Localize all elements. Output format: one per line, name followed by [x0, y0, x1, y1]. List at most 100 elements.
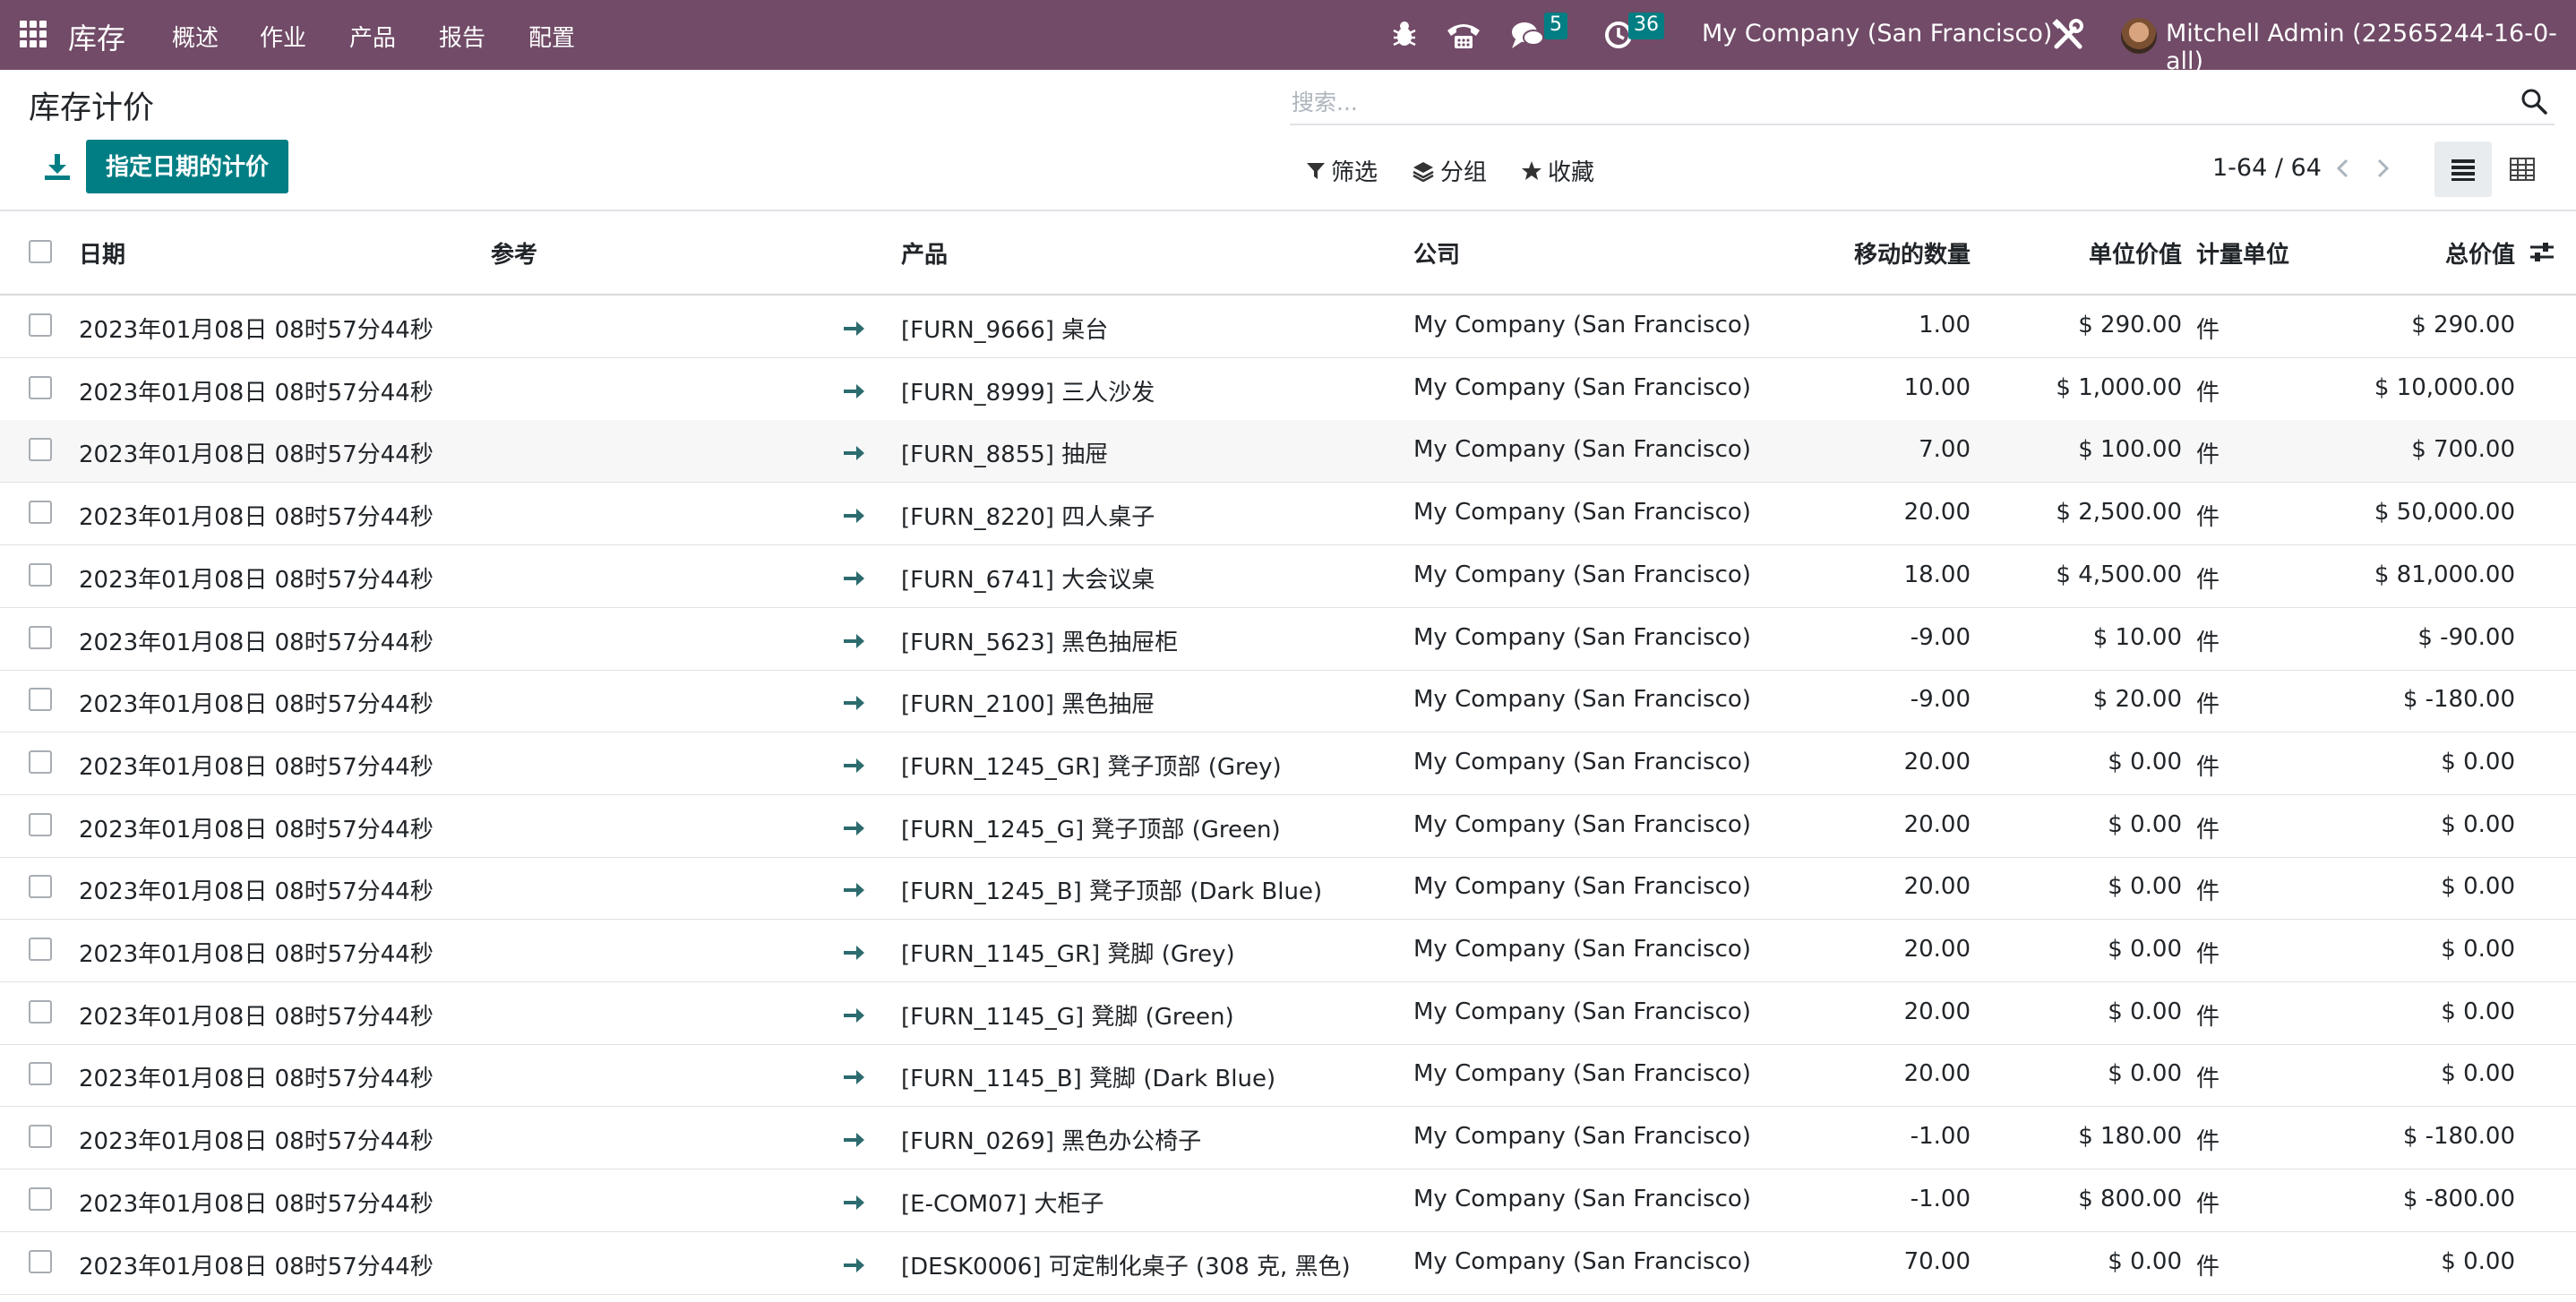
row-checkbox[interactable]	[29, 1187, 52, 1211]
menu-item-operations[interactable]: 作业	[260, 20, 306, 53]
cell-date: 2023年01月08日 08时57分44秒	[79, 1254, 434, 1281]
avatar[interactable]	[2121, 18, 2157, 54]
row-checkbox[interactable]	[29, 501, 52, 524]
column-header-company[interactable]: 公司	[1413, 236, 1460, 270]
bug-icon[interactable]	[1390, 18, 1419, 50]
cell-company: My Company (San Francisco)	[1413, 749, 1751, 775]
row-checkbox[interactable]	[29, 1062, 52, 1085]
row-checkbox[interactable]	[29, 438, 52, 461]
row-checkbox[interactable]	[29, 626, 52, 649]
table-row[interactable]: 2023年01月08日 08时57分44秒 [FURN_2100] 黑色抽屉 My …	[0, 670, 2576, 732]
arrow-right-icon[interactable]	[840, 315, 867, 342]
arrow-right-icon[interactable]	[840, 628, 867, 655]
groupby-button[interactable]: 分组	[1412, 154, 1487, 187]
arrow-right-icon[interactable]	[840, 877, 867, 904]
row-checkbox[interactable]	[29, 938, 52, 961]
arrow-right-icon[interactable]	[840, 565, 867, 592]
row-checkbox[interactable]	[29, 875, 52, 898]
menu-item-reporting[interactable]: 报告	[439, 20, 485, 53]
favorites-button[interactable]: 收藏	[1521, 154, 1594, 187]
column-header-unit-value[interactable]: 单位价值	[2089, 236, 2182, 270]
app-name[interactable]: 库存	[68, 16, 125, 57]
table-row[interactable]: 2023年01月08日 08时57分44秒 [FURN_0269] 黑色办公椅子 M…	[0, 1107, 2576, 1169]
arrow-right-icon[interactable]	[840, 1252, 867, 1279]
column-header-product[interactable]: 产品	[901, 236, 948, 270]
table-row[interactable]: 2023年01月08日 08时57分44秒 [FURN_8220] 四人桌子 My …	[0, 483, 2576, 545]
table-row[interactable]: 2023年01月08日 08时57分44秒 [FURN_8999] 三人沙发 My …	[0, 358, 2576, 421]
cell-uom: 件	[2196, 1254, 2220, 1281]
arrow-right-icon[interactable]	[840, 752, 867, 779]
row-checkbox[interactable]	[29, 1250, 52, 1273]
row-checkbox[interactable]	[29, 1125, 52, 1148]
filters-button[interactable]: 筛选	[1306, 154, 1378, 187]
table-row[interactable]: 2023年01月08日 08时57分44秒 [FURN_1145_B] 凳脚 (D…	[0, 1044, 2576, 1107]
cell-unit-value: $ 0.00	[2108, 998, 2182, 1025]
row-checkbox[interactable]	[29, 688, 52, 711]
cell-company: My Company (San Francisco)	[1413, 374, 1751, 401]
table-row[interactable]: 2023年01月08日 08时57分44秒 [FURN_1145_G] 凳脚 (G…	[0, 982, 2576, 1045]
table-row[interactable]: 2023年01月08日 08时57分44秒 [FURN_1245_G] 凳子顶部 …	[0, 795, 2576, 858]
arrow-right-icon[interactable]	[840, 939, 867, 966]
column-header-reference[interactable]: 参考	[491, 236, 537, 270]
phone-icon[interactable]	[1446, 20, 1481, 50]
cell-date: 2023年01月08日 08时57分44秒	[79, 1191, 434, 1218]
row-checkbox[interactable]	[29, 376, 52, 399]
menu-item-products[interactable]: 产品	[349, 20, 396, 53]
table-row[interactable]: 2023年01月08日 08时57分44秒 [E-COM07] 大柜子 My Com…	[0, 1169, 2576, 1232]
chevron-right-icon[interactable]	[2374, 158, 2391, 179]
chevron-left-icon[interactable]	[2334, 158, 2352, 179]
apps-grid-icon[interactable]	[20, 21, 47, 47]
row-checkbox[interactable]	[29, 1000, 52, 1024]
search-input[interactable]	[1292, 84, 2492, 120]
cell-date: 2023年01月08日 08时57分44秒	[79, 317, 434, 344]
table-row[interactable]: 2023年01月08日 08时57分44秒 [FURN_1145_GR] 凳脚 (…	[0, 920, 2576, 982]
table-row[interactable]: 2023年01月08日 08时57分44秒 [FURN_8855] 抽屉 My Co…	[0, 420, 2576, 483]
row-checkbox[interactable]	[29, 813, 52, 836]
row-checkbox[interactable]	[29, 750, 52, 774]
row-checkbox[interactable]	[29, 563, 52, 587]
menu-item-overview[interactable]: 概述	[172, 20, 219, 53]
arrow-right-icon[interactable]	[840, 502, 867, 529]
select-all-checkbox[interactable]	[29, 240, 52, 263]
table-row[interactable]: 2023年01月08日 08时57分44秒 [DESK0006] 可定制化桌子 (…	[0, 1232, 2576, 1295]
row-checkbox[interactable]	[29, 313, 52, 337]
table-row[interactable]: 2023年01月08日 08时57分44秒 [FURN_9666] 桌台 My Co…	[0, 296, 2576, 358]
column-header-date[interactable]: 日期	[79, 236, 125, 270]
arrow-right-icon[interactable]	[840, 378, 867, 405]
table-row[interactable]: 2023年01月08日 08时57分44秒 [FURN_1245_B] 凳子顶部 …	[0, 857, 2576, 920]
valuation-at-date-button[interactable]: 指定日期的计价	[86, 140, 289, 193]
cell-company: My Company (San Francisco)	[1413, 998, 1751, 1025]
cell-uom: 件	[2196, 817, 2220, 844]
cell-product: [E-COM07] 大柜子	[901, 1191, 1104, 1218]
user-menu[interactable]: Mitchell Admin (22565244-16-0-all)	[2166, 20, 2576, 75]
cell-date: 2023年01月08日 08时57分44秒	[79, 504, 434, 531]
column-header-quantity[interactable]: 移动的数量	[1854, 236, 1971, 270]
arrow-right-icon[interactable]	[840, 1002, 867, 1029]
table-row[interactable]: 2023年01月08日 08时57分44秒 [FURN_5623] 黑色抽屉柜 My…	[0, 608, 2576, 671]
cell-unit-value: $ 0.00	[2108, 873, 2182, 900]
cell-uom: 件	[2196, 1066, 2220, 1092]
arrow-right-icon[interactable]	[840, 1189, 867, 1216]
table-row[interactable]: 2023年01月08日 08时57分44秒 [FURN_1245_GR] 凳子顶部…	[0, 732, 2576, 795]
list-view-button[interactable]	[2434, 141, 2492, 197]
table-row[interactable]: 2023年01月08日 08时57分44秒 [FURN_6741] 大会议桌 My …	[0, 545, 2576, 608]
search-icon[interactable]	[2519, 86, 2549, 116]
download-icon[interactable]	[41, 150, 73, 183]
cell-company: My Company (San Francisco)	[1413, 436, 1751, 463]
arrow-right-icon[interactable]	[840, 1126, 867, 1153]
column-header-uom[interactable]: 计量单位	[2196, 236, 2289, 270]
arrow-right-icon[interactable]	[840, 1064, 867, 1091]
pager-value[interactable]: 1-64 / 64	[2212, 154, 2322, 182]
chat-icon[interactable]	[1510, 20, 1546, 50]
cell-uom: 件	[2196, 878, 2220, 905]
arrow-right-icon[interactable]	[840, 690, 867, 716]
tools-icon[interactable]	[2051, 18, 2085, 52]
column-header-total-value[interactable]: 总价值	[2445, 236, 2515, 270]
cell-quantity: 18.00	[1903, 561, 1971, 588]
arrow-right-icon[interactable]	[840, 815, 867, 842]
optional-columns-icon[interactable]	[2528, 238, 2556, 267]
company-switcher[interactable]: My Company (San Francisco)	[1702, 20, 2052, 47]
pivot-view-button[interactable]	[2494, 141, 2551, 197]
arrow-right-icon[interactable]	[840, 440, 867, 467]
menu-item-configuration[interactable]: 配置	[528, 20, 575, 53]
